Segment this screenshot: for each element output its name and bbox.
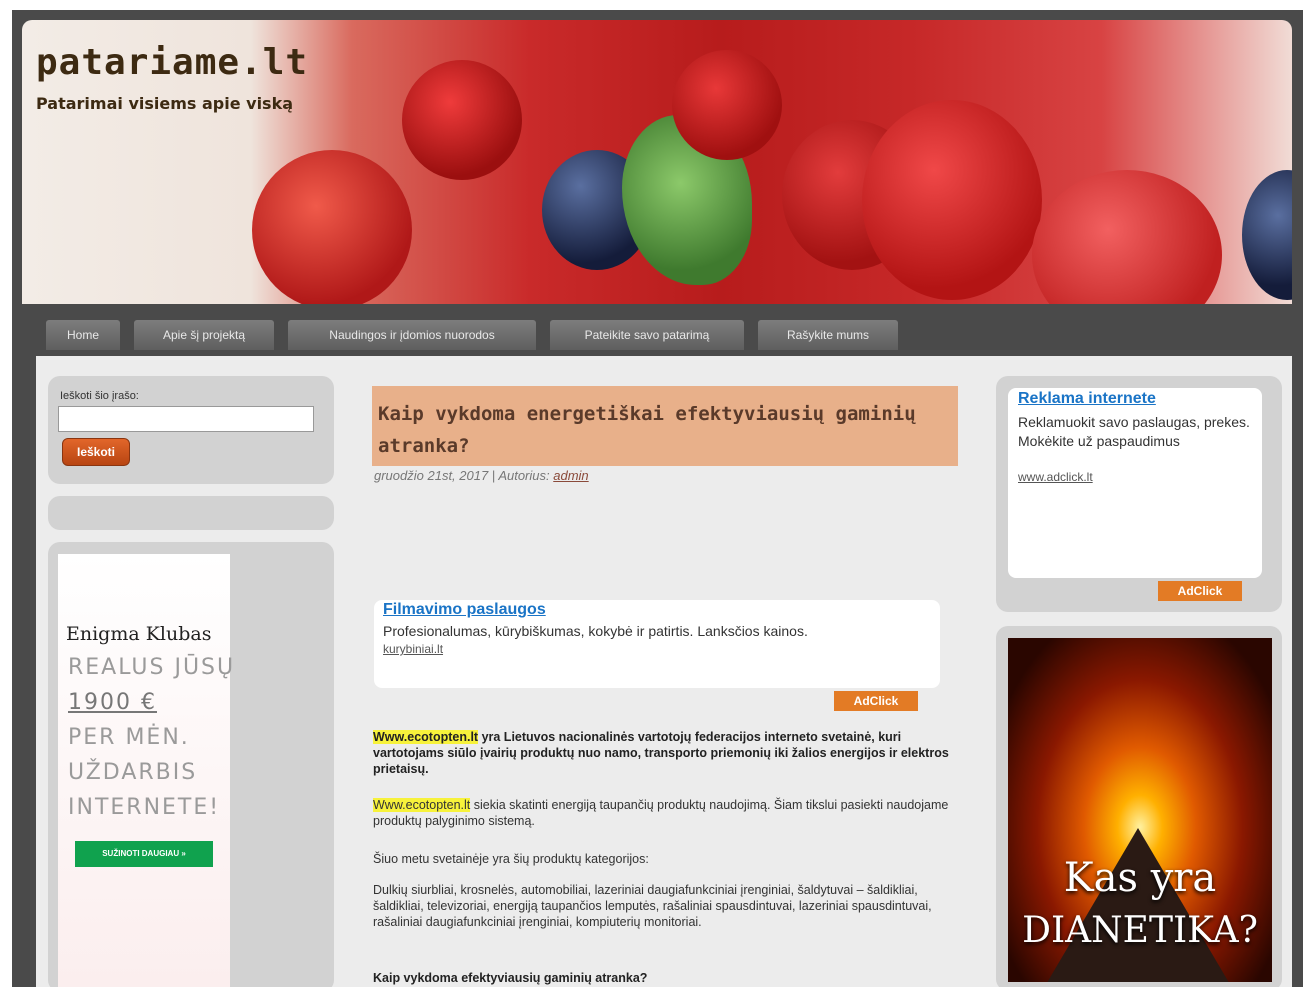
ad-line: INTERNETE! <box>68 795 221 820</box>
ad-line: PER MĖN. <box>68 725 190 750</box>
ad-line: UŽDARBIS <box>68 760 198 785</box>
ad-text: Profesionalumas, kūrybiškumas, kokybė ir… <box>383 623 808 639</box>
search-button[interactable]: Ieškoti <box>62 438 130 466</box>
search-input[interactable] <box>58 406 314 432</box>
ad-line: 1900 € <box>68 690 157 715</box>
main-nav: Home Apie šį projektą Naudingos ir įdomi… <box>22 304 1292 356</box>
ad-line: REALUS JŪSŲ <box>68 655 236 680</box>
highlight-link[interactable]: Www.ecotopten.lt <box>373 730 479 744</box>
ad-brand: Enigma Klubas <box>66 623 212 645</box>
ad-title-link[interactable]: Filmavimo paslaugos <box>383 601 546 619</box>
volcano-shape <box>1038 828 1238 982</box>
adclick-badge[interactable]: AdClick <box>1158 581 1242 601</box>
ad-cta-button[interactable]: SUŽINOTI DAUGIAU » <box>75 841 213 867</box>
highlight-link[interactable]: Www.ecotopten.lt <box>373 798 471 812</box>
adclick-badge[interactable]: AdClick <box>834 691 918 711</box>
article-date: gruodžio 21st, 2017 | Autorius: <box>374 468 550 483</box>
ad-text: Reklamuokit savo paslaugas, prekes. Mokė… <box>1018 414 1250 449</box>
nav-item-contact[interactable]: Rašykite mums <box>758 320 898 350</box>
site-title[interactable]: patariame.lt <box>36 42 308 83</box>
header-banner: patariame.lt Patarimai visiems apie visk… <box>22 20 1292 304</box>
article-paragraph: Šiuo metu svetainėje yra šių produktų ka… <box>373 852 649 866</box>
nav-item-links[interactable]: Naudingos ir įdomios nuorodos <box>288 320 536 350</box>
article-paragraph: Dulkių siurbliai, krosnelės, automobilia… <box>373 883 932 929</box>
article-subheading: Kaip vykdoma efektyviausių gaminių atran… <box>373 971 648 985</box>
author-link[interactable]: admin <box>553 468 588 483</box>
ad-url-link[interactable]: kurybiniai.lt <box>383 642 443 656</box>
search-label: Ieškoti šio įrašo: <box>60 390 139 402</box>
article-meta: gruodžio 21st, 2017 | Autorius: admin <box>374 468 589 483</box>
article-paragraph: Www.ecotopten.lt siekia skatinti energij… <box>373 797 963 829</box>
article-paragraph: Www.ecotopten.lt yra Lietuvos nacionalin… <box>373 729 963 777</box>
nav-item-submit-tip[interactable]: Pateikite savo patarimą <box>550 320 744 350</box>
nav-item-about[interactable]: Apie šį projektą <box>134 320 274 350</box>
banner-line2: DIANETIKA? <box>1022 910 1258 951</box>
banner-line1: Kas yra <box>1063 855 1217 901</box>
ad-url-link[interactable]: www.adclick.lt <box>1018 470 1093 484</box>
nav-item-home[interactable]: Home <box>46 320 120 350</box>
article-title[interactable]: Kaip vykdoma energetiškai efektyviausių … <box>378 398 948 462</box>
site-tagline: Patarimai visiems apie viską <box>36 94 294 113</box>
empty-widget <box>48 496 334 530</box>
ad-title-link[interactable]: Reklama internete <box>1018 390 1156 408</box>
